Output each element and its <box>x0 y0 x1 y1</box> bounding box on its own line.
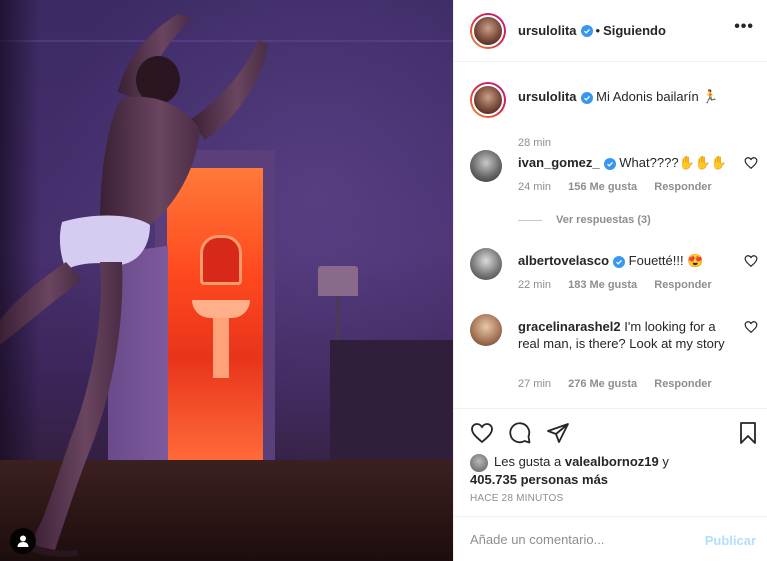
paper-plane-icon[interactable] <box>546 421 570 445</box>
comment-body: ivan_gomez_ What????✋✋✋ <box>518 154 730 171</box>
comment-like-heart-icon[interactable] <box>744 156 758 170</box>
comment-meta: 22 min 183 Me gusta Responder <box>518 279 726 291</box>
liker-username[interactable]: valealbornoz19 <box>565 454 659 469</box>
comment-username[interactable]: albertovelasco <box>518 253 609 268</box>
author-username[interactable]: ursulolita <box>518 23 577 38</box>
liker-avatar[interactable] <box>470 454 488 472</box>
post-photo[interactable] <box>0 0 453 561</box>
commenter-avatar[interactable] <box>470 248 502 280</box>
comment-username[interactable]: ivan_gomez_ <box>518 155 600 170</box>
following-button[interactable]: Siguiendo <box>603 23 666 38</box>
more-options-button[interactable]: ••• <box>734 19 754 35</box>
comment-reply-button[interactable]: Responder <box>654 181 711 193</box>
caption-text: Mi Adonis bailarín 🏃 <box>596 89 719 104</box>
comment-text: Fouetté!!! 😍 <box>628 253 704 268</box>
commenter-avatar[interactable] <box>470 314 502 346</box>
user-tag-icon <box>17 535 29 547</box>
comment-reply-button[interactable]: Responder <box>654 279 711 291</box>
likes-connector: y <box>662 454 669 469</box>
add-comment-bar: Publicar <box>454 516 767 561</box>
view-replies-label: Ver respuestas (3) <box>556 214 651 226</box>
author-avatar[interactable] <box>470 12 506 49</box>
separator-dot: • <box>595 23 601 38</box>
verified-badge-icon <box>580 92 593 104</box>
comment-meta: 27 min 276 Me gusta Responder <box>518 378 726 390</box>
commenter-avatar[interactable] <box>470 150 502 182</box>
post-header: ursulolita • Siguiendo ••• <box>454 0 767 62</box>
comment-time: 22 min <box>518 279 552 291</box>
caption-username[interactable]: ursulolita <box>518 89 577 104</box>
dancer-silhouette <box>0 14 268 557</box>
comment-time: 27 min <box>518 378 552 390</box>
comment-time: 24 min <box>518 181 552 193</box>
comment-likes[interactable]: 183 Me gusta <box>568 279 637 291</box>
comment-likes[interactable]: 156 Me gusta <box>568 181 637 193</box>
bookmark-icon[interactable] <box>736 421 760 445</box>
comment-meta: 24 min 156 Me gusta Responder <box>518 181 726 193</box>
post-side-panel: ursulolita • Siguiendo ••• ursulolita Mi… <box>453 0 767 561</box>
comment-input[interactable] <box>470 531 690 547</box>
verified-badge-icon <box>603 158 616 170</box>
likes-line-1: Les gusta a valealbornoz19 y <box>494 453 669 471</box>
comment-like-heart-icon[interactable] <box>744 320 758 334</box>
comment-body: albertovelasco Fouetté!!! 😍 <box>518 252 730 269</box>
caption-author-avatar[interactable] <box>470 82 506 118</box>
verified-badge-icon <box>613 256 626 268</box>
comment-reply-button[interactable]: Responder <box>654 378 711 390</box>
publish-button[interactable]: Publicar <box>705 533 756 548</box>
likes-others[interactable]: 405.735 personas más <box>470 471 608 489</box>
caption-time: 28 min <box>518 137 552 149</box>
comments-list[interactable]: ursulolita Mi Adonis bailarín 🏃 28 min i… <box>454 62 767 408</box>
heart-icon[interactable] <box>470 421 494 445</box>
caption-text-row: ursulolita Mi Adonis bailarín 🏃 <box>518 89 758 105</box>
view-replies-button[interactable]: Ver respuestas (3) <box>518 214 651 226</box>
user-tag-button[interactable] <box>10 528 36 554</box>
comment-username[interactable]: gracelinarashel2 <box>518 319 621 334</box>
post-actions: Les gusta a valealbornoz19 y 405.735 per… <box>454 408 767 508</box>
likes-prefix: Les gusta a <box>494 454 562 469</box>
replies-divider-line <box>518 219 542 221</box>
post-timestamp[interactable]: HACE 28 MINUTOS <box>470 493 563 504</box>
comment-likes[interactable]: 276 Me gusta <box>568 378 637 390</box>
comment-body: gracelinarashel2 I'm looking for a real … <box>518 318 730 352</box>
comment-icon[interactable] <box>508 421 532 445</box>
comment-like-heart-icon[interactable] <box>744 254 758 268</box>
verified-badge-icon <box>580 24 593 37</box>
comment-text: What????✋✋✋ <box>619 155 728 170</box>
